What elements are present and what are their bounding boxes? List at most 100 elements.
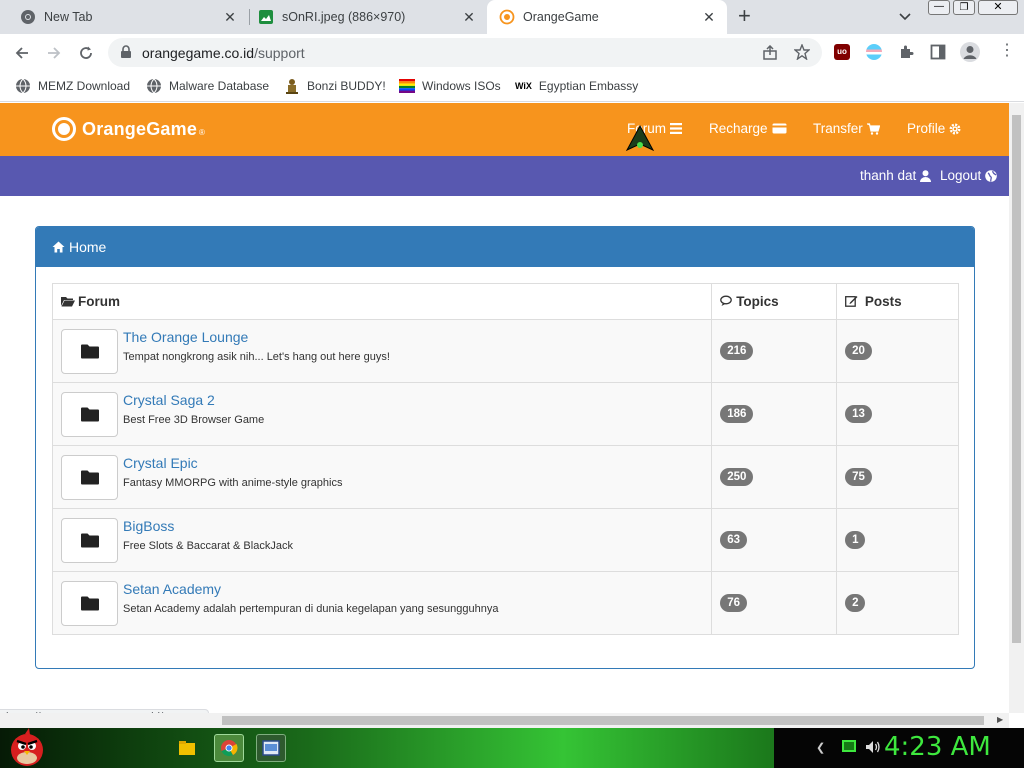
- menu-kebab-icon[interactable]: ⋮: [999, 42, 1015, 60]
- posts-cell: 13: [836, 382, 959, 446]
- topics-cell: 186: [711, 382, 838, 446]
- forum-link[interactable]: Crystal Epic: [123, 455, 198, 471]
- forum-panel: Home Forum Topics Posts The Orange Loung…: [35, 226, 975, 669]
- tab-search-icon[interactable]: [898, 9, 912, 28]
- bookmark-bonzi-buddy[interactable]: Bonzi BUDDY!: [284, 76, 386, 96]
- taskbar-image-viewer-button[interactable]: [256, 734, 286, 762]
- scrollbar-thumb[interactable]: [222, 716, 984, 725]
- bookmark-memz[interactable]: MEMZ Download: [15, 76, 130, 96]
- minimize-button[interactable]: —: [928, 0, 950, 15]
- tab-orangegame[interactable]: OrangeGame ✕: [487, 0, 727, 34]
- forum-link[interactable]: The Orange Lounge: [123, 329, 248, 345]
- taskbar-chrome-button[interactable]: [214, 734, 244, 762]
- reload-button[interactable]: [73, 40, 99, 66]
- bookmark-label: MEMZ Download: [38, 79, 131, 93]
- logo-ring-icon: [52, 117, 76, 141]
- table-row[interactable]: Crystal Epic Fantasy MMORPG with anime-s…: [51, 445, 959, 509]
- forum-description: Setan Academy adalah pertempuran di duni…: [123, 603, 499, 615]
- posts-count-badge: 20: [845, 342, 872, 360]
- forum-cell: BigBoss Free Slots & Baccarat & BlackJac…: [51, 508, 713, 572]
- folder-open-icon: [61, 297, 75, 307]
- image-viewer-icon: [262, 740, 280, 756]
- close-icon[interactable]: ✕: [461, 9, 477, 25]
- column-header-posts: Posts: [836, 283, 959, 320]
- forum-folder-button[interactable]: [61, 518, 118, 563]
- topics-cell: 216: [711, 319, 838, 383]
- vertical-scrollbar[interactable]: [1009, 103, 1024, 713]
- posts-cell: 2: [836, 571, 959, 635]
- mouse-cursor-icon: [625, 124, 655, 152]
- posts-count-badge: 13: [845, 405, 872, 423]
- shopping-cart-icon: [866, 122, 880, 135]
- nav-recharge-label: Recharge: [709, 121, 768, 136]
- forum-link[interactable]: Crystal Saga 2: [123, 392, 215, 408]
- forward-button[interactable]: [41, 40, 67, 66]
- logout-link[interactable]: Logout: [940, 168, 998, 183]
- forum-folder-button[interactable]: [61, 455, 118, 500]
- horizontal-scrollbar[interactable]: ▶: [0, 713, 1009, 728]
- network-icon[interactable]: [842, 740, 856, 752]
- close-icon[interactable]: ✕: [701, 9, 717, 25]
- forum-link[interactable]: Setan Academy: [123, 581, 221, 597]
- share-icon[interactable]: [762, 45, 778, 61]
- back-button[interactable]: [9, 40, 35, 66]
- scrollbar-thumb[interactable]: [1012, 115, 1021, 643]
- nav-profile-link[interactable]: Profile: [907, 121, 961, 136]
- browser-toolbar: orangegame.co.id/support uo ⋮: [0, 34, 1024, 71]
- taskbar-explorer-button[interactable]: [172, 734, 202, 762]
- bookmarks-bar: MEMZ Download Malware Database Bonzi BUD…: [0, 71, 1024, 102]
- forum-description: Free Slots & Baccarat & BlackJack: [123, 540, 293, 552]
- tab-title: New Tab: [44, 10, 93, 24]
- lock-icon[interactable]: [120, 45, 132, 59]
- topics-count-badge: 250: [720, 468, 754, 486]
- pride-extension-icon[interactable]: [866, 44, 882, 60]
- angry-bird-start-icon[interactable]: [6, 728, 48, 768]
- ublock-extension-icon[interactable]: uo: [834, 44, 850, 60]
- forum-folder-button[interactable]: [61, 581, 118, 626]
- close-window-button[interactable]: ✕: [978, 0, 1018, 15]
- forum-description: Best Free 3D Browser Game: [123, 414, 265, 426]
- topics-cell: 76: [711, 571, 838, 635]
- image-icon: [259, 10, 273, 24]
- taskbar-clock[interactable]: 4:23 AM: [884, 732, 991, 762]
- folder-icon: [80, 596, 99, 611]
- bookmark-malware-database[interactable]: Malware Database: [146, 76, 269, 96]
- forum-description: Fantasy MMORPG with anime-style graphics: [123, 477, 343, 489]
- scroll-right-arrow-icon[interactable]: ▶: [997, 715, 1003, 724]
- new-tab-button[interactable]: +: [738, 5, 751, 27]
- bookmark-windows-isos[interactable]: Windows ISOs: [399, 76, 501, 96]
- close-icon[interactable]: ✕: [222, 9, 238, 25]
- bookmark-star-icon[interactable]: [794, 44, 810, 60]
- table-row[interactable]: Setan Academy Setan Academy adalah perte…: [51, 571, 959, 635]
- forum-folder-button[interactable]: [61, 329, 118, 374]
- comments-icon: [720, 295, 733, 306]
- table-row[interactable]: The Orange Lounge Tempat nongkrong asik …: [51, 319, 959, 383]
- address-bar[interactable]: orangegame.co.id/support: [108, 38, 822, 67]
- site-logo[interactable]: OrangeGame ®: [52, 117, 205, 141]
- bookmark-egyptian-embassy[interactable]: WiX Egyptian Embassy: [515, 76, 638, 96]
- panel-title: Home: [69, 239, 107, 255]
- user-profile-link[interactable]: thanh dat: [860, 168, 932, 183]
- chrome-icon: [221, 740, 238, 757]
- restore-button[interactable]: ❐: [953, 0, 975, 15]
- forum-folder-button[interactable]: [61, 392, 118, 437]
- user-bar: thanh dat Logout: [0, 156, 1009, 196]
- forum-cell: Crystal Saga 2 Best Free 3D Browser Game: [51, 382, 713, 446]
- tab-new-tab[interactable]: New Tab ✕: [8, 0, 248, 34]
- globe-icon: [16, 78, 30, 94]
- column-header-label: Topics: [736, 294, 779, 309]
- tray-expand-icon[interactable]: ❮: [816, 741, 825, 754]
- table-row[interactable]: BigBoss Free Slots & Baccarat & BlackJac…: [51, 508, 959, 572]
- extensions-puzzle-icon[interactable]: [898, 44, 914, 60]
- volume-icon[interactable]: [865, 740, 881, 754]
- edit-icon: [845, 296, 858, 307]
- nav-transfer-link[interactable]: Transfer: [813, 121, 880, 136]
- table-row[interactable]: Crystal Saga 2 Best Free 3D Browser Game…: [51, 382, 959, 446]
- gear-icon: [949, 123, 961, 134]
- tab-image[interactable]: sOnRI.jpeg (886×970) ✕: [250, 0, 487, 34]
- side-panel-icon[interactable]: [930, 44, 946, 60]
- nav-recharge-link[interactable]: Recharge: [709, 121, 787, 136]
- topics-cell: 63: [711, 508, 838, 572]
- profile-avatar-icon[interactable]: [960, 42, 980, 62]
- forum-link[interactable]: BigBoss: [123, 518, 174, 534]
